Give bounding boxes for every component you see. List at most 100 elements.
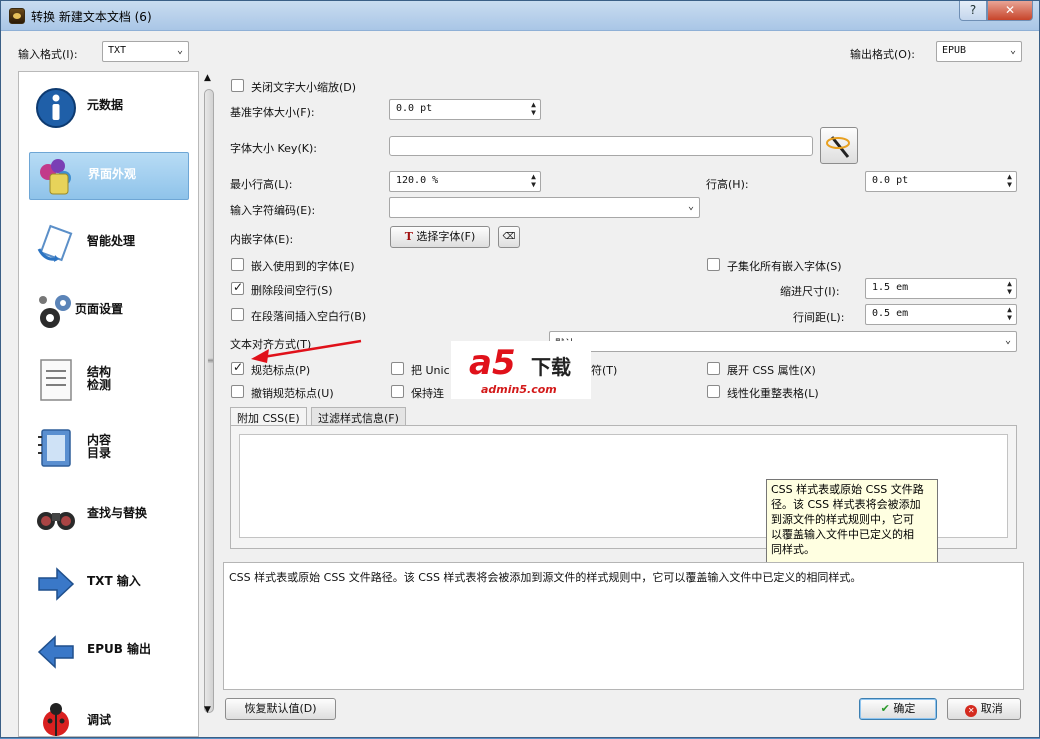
sidebar-item-search-replace[interactable]: 查找与替换 bbox=[29, 492, 189, 540]
line-height-spinbox[interactable]: 0.0 pt ▲ ▼ bbox=[865, 171, 1017, 192]
remove-blank-para-label: 删除段间空行(S) bbox=[251, 284, 333, 297]
palette-icon bbox=[40, 159, 71, 195]
tooltip-line: CSS 样式表或原始 CSS 文件路 bbox=[771, 483, 924, 496]
window-title: 转换 新建文本文档 (6) bbox=[31, 10, 152, 24]
sidebar-item-label: 界面外观 bbox=[88, 167, 137, 181]
embed-used-fonts-label: 嵌入使用到的字体(E) bbox=[251, 260, 355, 273]
css-tooltip: CSS 样式表或原始 CSS 文件路 径。该 CSS 样式表将会被添加 到源文件… bbox=[766, 479, 938, 565]
ok-button[interactable]: ✔ 确定 bbox=[859, 698, 937, 720]
insert-blank-line-label: 在段落间插入空白行(B) bbox=[251, 310, 367, 323]
sidebar-item-label: TXT 输入 bbox=[87, 574, 141, 588]
embed-used-fonts-checkbox[interactable] bbox=[231, 258, 244, 271]
scroll-down-icon[interactable]: ▼ bbox=[204, 705, 211, 715]
line-spacing-label: 行间距(L): bbox=[793, 311, 845, 324]
spin-arrows-icon[interactable]: ▲ ▼ bbox=[1007, 280, 1012, 296]
sidebar-item-epub-output[interactable]: EPUB 输出 bbox=[29, 628, 189, 676]
watermark-brand: a5 bbox=[469, 343, 516, 383]
close-window-button[interactable]: ✕ bbox=[987, 1, 1033, 21]
sidebar-item-label: 页面设置 bbox=[75, 302, 124, 316]
sidebar-item-heuristics[interactable]: 智能处理 bbox=[29, 220, 189, 268]
base-font-size-value: 0.0 pt bbox=[396, 103, 433, 114]
sidebar-scrollbar[interactable]: ▲ ▼ bbox=[201, 71, 217, 721]
sidebar-item-label: 调试 bbox=[87, 713, 112, 727]
info-icon bbox=[36, 88, 76, 128]
help-description-box: CSS 样式表或原始 CSS 文件路径。该 CSS 样式表将会被添加到源文件的样… bbox=[223, 562, 1024, 690]
input-encoding-select[interactable]: ⌄ bbox=[389, 197, 700, 218]
tab-filter-styles[interactable]: 过滤样式信息(F) bbox=[311, 407, 406, 426]
chevron-down-icon: ⌄ bbox=[1009, 45, 1016, 56]
min-line-height-spinbox[interactable]: 120.0 % ▲ ▼ bbox=[389, 171, 541, 192]
text-align-label: 文本对齐方式(T) bbox=[230, 338, 312, 351]
chevron-down-icon: ⌄ bbox=[687, 201, 694, 212]
sidebar-item-label: EPUB 输出 bbox=[87, 642, 152, 656]
scroll-up-icon[interactable]: ▲ bbox=[204, 73, 211, 83]
document-icon bbox=[40, 359, 72, 401]
sidebar-item-toc[interactable]: 内容 目录 bbox=[29, 424, 189, 472]
indent-size-spinbox[interactable]: 1.5 em ▲ ▼ bbox=[865, 278, 1017, 299]
ladybug-icon bbox=[43, 703, 69, 736]
disable-font-rescale-checkbox[interactable] bbox=[231, 79, 244, 92]
sidebar-item-debug[interactable]: 调试 bbox=[29, 694, 189, 736]
base-font-size-spinbox[interactable]: 0.0 pt ▲ ▼ bbox=[389, 99, 541, 120]
font-icon: T bbox=[404, 230, 413, 243]
linearize-tables-checkbox[interactable] bbox=[707, 385, 720, 398]
unicode-checkbox[interactable] bbox=[391, 362, 404, 375]
keep-ligatures-checkbox[interactable] bbox=[391, 385, 404, 398]
spin-arrows-icon[interactable]: ▲ ▼ bbox=[531, 173, 536, 189]
restore-defaults-button[interactable]: 恢复默认值(D) bbox=[225, 698, 336, 720]
spin-arrows-icon[interactable]: ▲ ▼ bbox=[1007, 306, 1012, 322]
chevron-down-icon: ⌄ bbox=[1004, 335, 1011, 346]
unsmarten-punctuation-label: 撤销规范标点(U) bbox=[251, 387, 334, 400]
sidebar-item-look-and-feel[interactable]: 界面外观 bbox=[29, 152, 189, 200]
heuristics-icon bbox=[37, 224, 73, 262]
font-key-wizard-button[interactable] bbox=[820, 127, 858, 164]
tooltip-line: 同样式。 bbox=[771, 543, 815, 556]
unicode-label-suffix: 符(T) bbox=[591, 364, 618, 377]
insert-blank-line-checkbox[interactable] bbox=[231, 308, 244, 321]
binoculars-icon bbox=[37, 512, 75, 530]
tooltip-line: 以覆盖输入文件中已定义的相 bbox=[771, 528, 914, 541]
sidebar-item-metadata[interactable]: 元数据 bbox=[29, 84, 189, 132]
watermark-url: admin5.com bbox=[481, 383, 557, 396]
line-spacing-spinbox[interactable]: 0.5 em ▲ ▼ bbox=[865, 304, 1017, 325]
linearize-tables-label: 线性化重整表格(L) bbox=[727, 387, 819, 400]
input-format-select[interactable]: TXT ⌄ bbox=[102, 41, 189, 62]
expand-css-label: 展开 CSS 属性(X) bbox=[727, 364, 816, 377]
font-size-key-input[interactable] bbox=[389, 136, 813, 156]
subset-fonts-checkbox[interactable] bbox=[707, 258, 720, 271]
min-line-height-value: 120.0 % bbox=[396, 175, 439, 186]
sidebar-item-txt-input[interactable]: TXT 输入 bbox=[29, 560, 189, 608]
input-format-label: 输入格式(I): bbox=[18, 48, 78, 61]
sidebar-item-structure-detection[interactable]: 结构 检测 bbox=[29, 356, 189, 404]
backspace-icon: ⌫ bbox=[502, 232, 516, 242]
cancel-button[interactable]: ✕ 取消 bbox=[947, 698, 1021, 720]
choose-font-button[interactable]: T 选择字体(F) bbox=[390, 226, 490, 248]
help-button[interactable]: ? bbox=[959, 1, 987, 21]
min-line-height-label: 最小行高(L): bbox=[230, 178, 293, 191]
font-size-key-label: 字体大小 Key(K): bbox=[230, 142, 317, 155]
splitter-handle[interactable]: ≡ bbox=[207, 357, 214, 365]
expand-css-checkbox[interactable] bbox=[707, 362, 720, 375]
input-format-value: TXT bbox=[108, 45, 127, 56]
tab-extra-css[interactable]: 附加 CSS(E) bbox=[230, 407, 307, 427]
help-description-text: CSS 样式表或原始 CSS 文件路径。该 CSS 样式表将会被添加到源文件的样… bbox=[229, 571, 862, 584]
sidebar-item-page-setup[interactable]: 页面设置 bbox=[29, 288, 189, 336]
spin-arrows-icon[interactable]: ▲ ▼ bbox=[531, 101, 536, 117]
checkmark-icon: ✔ bbox=[880, 702, 890, 715]
input-encoding-label: 输入字符编码(E): bbox=[230, 204, 316, 217]
sidebar-item-label: 结构 检测 bbox=[87, 365, 112, 392]
tooltip-line: 径。该 CSS 样式表将会被添加 bbox=[771, 498, 921, 511]
smarten-punctuation-checkbox[interactable] bbox=[231, 360, 244, 375]
line-height-value: 0.0 pt bbox=[872, 175, 909, 186]
scrollbar-thumb[interactable] bbox=[204, 89, 214, 713]
spin-arrows-icon[interactable]: ▲ ▼ bbox=[1007, 173, 1012, 189]
unsmarten-punctuation-checkbox[interactable] bbox=[231, 385, 244, 398]
output-format-label: 输出格式(O): bbox=[850, 48, 915, 61]
convert-dialog: 转换 新建文本文档 (6) ? ✕ 输入格式(I): TXT ⌄ 输出格式(O)… bbox=[0, 0, 1040, 738]
remove-blank-para-checkbox[interactable] bbox=[231, 280, 244, 295]
output-format-select[interactable]: EPUB ⌄ bbox=[936, 41, 1022, 62]
clear-font-button[interactable]: ⌫ bbox=[498, 226, 520, 248]
text-align-select[interactable]: 默认 ⌄ bbox=[549, 331, 1017, 352]
indent-size-value: 1.5 em bbox=[872, 282, 909, 293]
sidebar-item-label: 查找与替换 bbox=[87, 506, 148, 520]
